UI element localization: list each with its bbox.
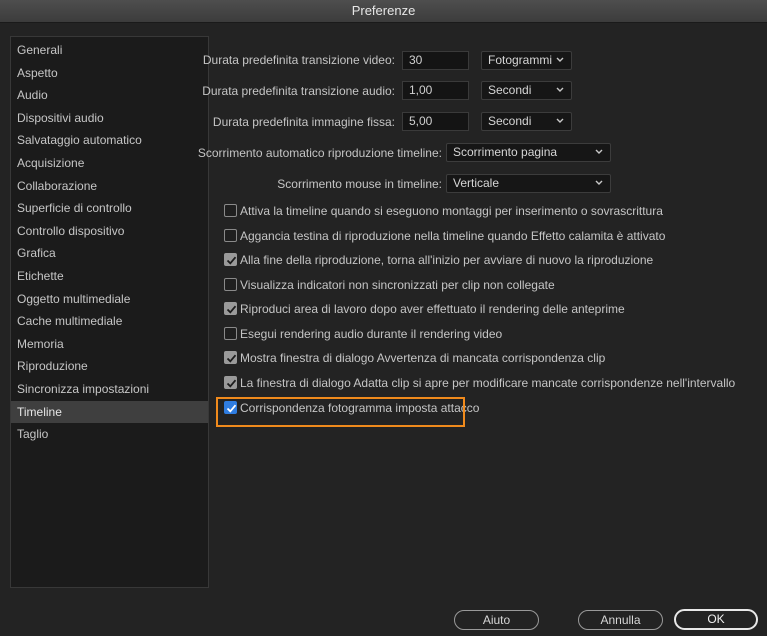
cancel-button[interactable]: Annulla <box>578 610 663 630</box>
video-transition-unit-value: Fotogrammi <box>488 53 553 67</box>
sidebar-item-memoria[interactable]: Memoria <box>11 333 208 356</box>
checkbox-unchecked[interactable] <box>224 278 237 291</box>
chevron-down-icon <box>595 180 603 185</box>
checkbox-unchecked[interactable] <box>224 327 237 340</box>
still-image-input[interactable]: 5,00 <box>402 112 469 131</box>
auto-scroll-select[interactable]: Scorrimento pagina <box>446 143 611 162</box>
checkmark-icon <box>226 379 237 388</box>
sidebar-item-taglio[interactable]: Taglio <box>11 423 208 446</box>
checkbox-label: La finestra di dialogo Adatta clip si ap… <box>240 376 736 390</box>
checkbox-label: Mostra finestra di dialogo Avvertenza di… <box>240 351 606 365</box>
sidebar-item-salvataggio-automatico[interactable]: Salvataggio automatico <box>11 129 208 152</box>
sidebar-item-etichette[interactable]: Etichette <box>11 265 208 288</box>
still-image-unit-value: Secondi <box>488 114 532 128</box>
sidebar-item-superficie-di-controllo[interactable]: Superficie di controllo <box>11 197 208 220</box>
video-transition-label: Durata predefinita transizione video: <box>202 53 395 67</box>
sidebar-item-audio[interactable]: Audio <box>11 84 208 107</box>
chevron-down-icon <box>556 87 564 92</box>
preferences-sidebar: Generali Aspetto Audio Dispositivi audio… <box>10 36 209 588</box>
sidebar-item-acquisizione[interactable]: Acquisizione <box>11 152 208 175</box>
sidebar-item-aspetto[interactable]: Aspetto <box>11 62 208 85</box>
checkmark-icon <box>226 354 237 363</box>
mouse-scroll-select[interactable]: Verticale <box>446 174 611 193</box>
sidebar-item-controllo-dispositivo[interactable]: Controllo dispositivo <box>11 220 208 243</box>
audio-transition-unit-select[interactable]: Secondi <box>481 81 572 100</box>
mouse-scroll-label: Scorrimento mouse in timeline: <box>277 177 442 191</box>
help-button[interactable]: Aiuto <box>454 610 539 630</box>
sidebar-item-collaborazione[interactable]: Collaborazione <box>11 175 208 198</box>
chevron-down-icon <box>556 57 564 62</box>
sidebar-item-generali[interactable]: Generali <box>11 39 208 62</box>
still-image-label: Durata predefinita immagine fissa: <box>212 115 395 129</box>
checkmark-icon <box>226 305 237 314</box>
chevron-down-icon <box>556 118 564 123</box>
audio-transition-label: Durata predefinita transizione audio: <box>202 84 395 98</box>
video-transition-unit-select[interactable]: Fotogrammi <box>481 51 572 70</box>
highlight-box <box>216 397 465 427</box>
mouse-scroll-value: Verticale <box>453 176 500 190</box>
sidebar-item-timeline[interactable]: Timeline <box>11 400 208 424</box>
window-title: Preferenze <box>0 0 767 23</box>
sidebar-item-sincronizza-impostazioni[interactable]: Sincronizza impostazioni <box>11 378 208 401</box>
sidebar-item-oggetto-multimediale[interactable]: Oggetto multimediale <box>11 288 208 311</box>
checkbox-checked[interactable] <box>224 351 237 364</box>
checkbox-unchecked[interactable] <box>224 229 237 242</box>
checkbox-label: Riproduci area di lavoro dopo aver effet… <box>240 302 625 316</box>
auto-scroll-label: Scorrimento automatico riproduzione time… <box>197 146 442 160</box>
audio-transition-unit-value: Secondi <box>488 83 532 97</box>
sidebar-item-cache-multimediale[interactable]: Cache multimediale <box>11 310 208 333</box>
sidebar-item-dispositivi-audio[interactable]: Dispositivi audio <box>11 107 208 130</box>
chevron-down-icon <box>595 149 603 154</box>
checkmark-icon <box>226 256 237 265</box>
checkbox-label: Attiva la timeline quando si eseguono mo… <box>240 204 663 218</box>
sidebar-item-riproduzione[interactable]: Riproduzione <box>11 355 208 378</box>
checkbox-checked[interactable] <box>224 376 237 389</box>
checkbox-checked[interactable] <box>224 253 237 266</box>
checkbox-label: Esegui rendering audio durante il render… <box>240 327 503 341</box>
video-transition-input[interactable]: 30 <box>402 51 469 70</box>
still-image-unit-select[interactable]: Secondi <box>481 112 572 131</box>
checkbox-checked[interactable] <box>224 302 237 315</box>
ok-button[interactable]: OK <box>674 609 758 630</box>
checkbox-label: Aggancia testina di riproduzione nella t… <box>240 229 666 243</box>
audio-transition-input[interactable]: 1,00 <box>402 81 469 100</box>
checkbox-label: Visualizza indicatori non sincronizzati … <box>240 278 555 292</box>
auto-scroll-value: Scorrimento pagina <box>453 145 558 159</box>
checkbox-unchecked[interactable] <box>224 204 237 217</box>
checkbox-label: Alla fine della riproduzione, torna all'… <box>240 253 654 267</box>
sidebar-item-grafica[interactable]: Grafica <box>11 242 208 265</box>
